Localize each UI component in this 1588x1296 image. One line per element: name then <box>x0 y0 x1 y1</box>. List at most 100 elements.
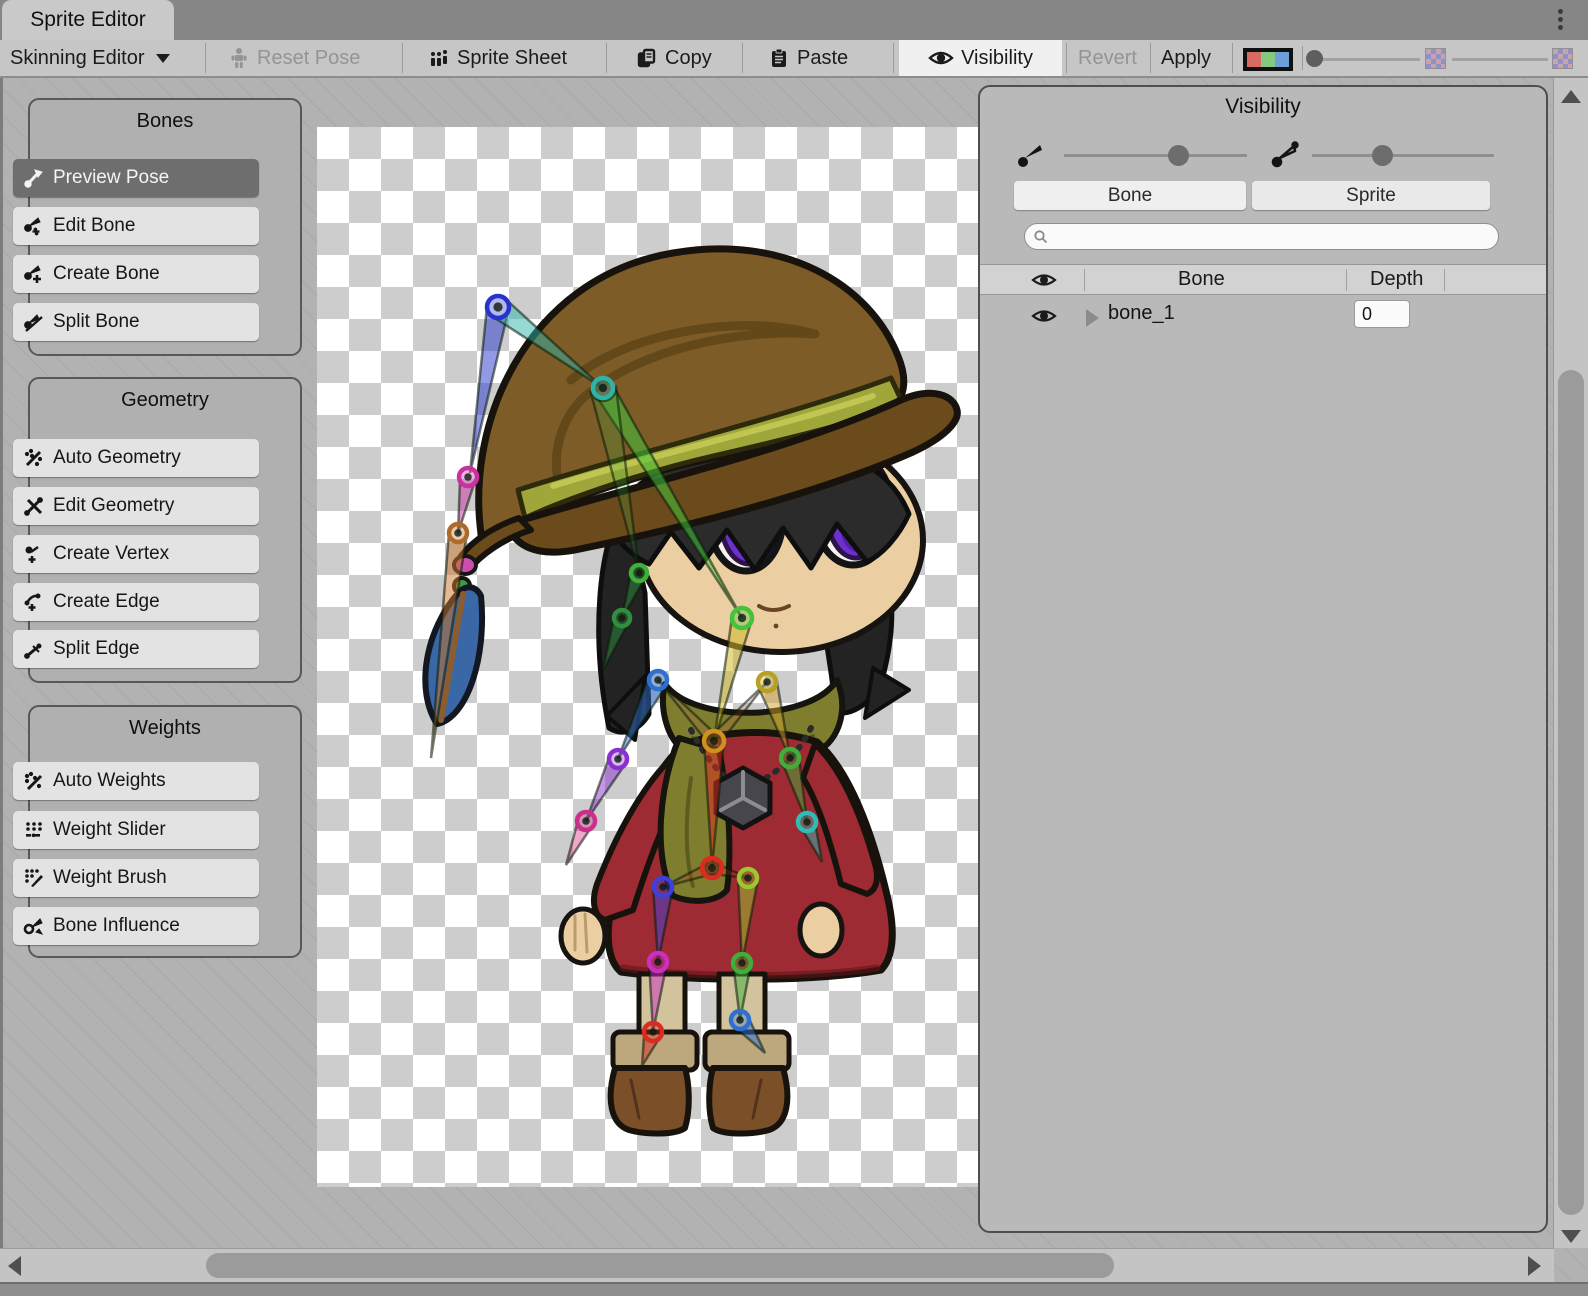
column-separator <box>1444 269 1445 291</box>
red-channel <box>1247 52 1261 67</box>
revert-button[interactable]: Revert <box>1072 40 1143 76</box>
person-icon <box>228 47 250 69</box>
weight-brush-label: Weight Brush <box>53 867 167 889</box>
auto-geometry-button[interactable]: Auto Geometry <box>13 439 259 477</box>
sprite-opacity-slider-knob[interactable] <box>1372 145 1393 166</box>
alpha-slider-knob[interactable] <box>1306 50 1323 67</box>
auto-weights-button[interactable]: Auto Weights <box>13 762 259 800</box>
bone-table-header: Bone Depth <box>980 264 1546 295</box>
edit-bone-button[interactable]: Edit Bone <box>13 207 259 245</box>
eye-column-icon[interactable] <box>1030 270 1058 290</box>
toolbar-divider <box>1232 43 1233 73</box>
toolbar-divider <box>893 43 894 73</box>
split-edge-button[interactable]: Split Edge <box>13 630 259 668</box>
tab-sprite-label: Sprite <box>1346 185 1396 207</box>
visibility-panel-title: Visibility <box>980 87 1546 119</box>
checker-swatch-icon-2 <box>1552 48 1573 69</box>
search-box[interactable] <box>1024 223 1499 250</box>
toolbar-divider <box>606 43 607 73</box>
bone-opacity-slider-knob[interactable] <box>1168 145 1189 166</box>
create-vertex-label: Create Vertex <box>53 543 169 565</box>
sprite-sheet-label: Sprite Sheet <box>457 47 567 70</box>
weight-slider-icon <box>23 819 45 841</box>
weights-panel-title: Weights <box>30 707 300 740</box>
preview-pose-button[interactable]: Preview Pose <box>13 159 259 197</box>
scroll-left-icon[interactable] <box>8 1256 21 1276</box>
create-edge-button[interactable]: Create Edge <box>13 583 259 621</box>
bone-opacity-slider-track[interactable] <box>1064 154 1247 157</box>
horizontal-scrollbar[interactable] <box>0 1248 1554 1282</box>
copy-button[interactable]: Copy <box>630 40 718 76</box>
window-left-edge <box>0 40 3 1282</box>
edit-bone-label: Edit Bone <box>53 215 135 237</box>
sprite-sheet-icon <box>428 47 450 69</box>
paste-button[interactable]: Paste <box>762 40 854 76</box>
tab-bone-label: Bone <box>1108 185 1152 207</box>
search-input[interactable] <box>1054 226 1498 248</box>
depth-column-header[interactable]: Depth <box>1370 268 1423 291</box>
apply-label: Apply <box>1161 47 1211 70</box>
visibility-panel: Visibility Bone Sprite Bone Depth <box>978 85 1548 1233</box>
visibility-button[interactable]: Visibility <box>899 40 1062 76</box>
edit-bone-icon <box>23 215 45 237</box>
depth-input[interactable] <box>1354 300 1410 328</box>
create-bone-button[interactable]: Create Bone <box>13 255 259 293</box>
edit-geometry-label: Edit Geometry <box>53 495 174 517</box>
edit-geometry-button[interactable]: Edit Geometry <box>13 487 259 525</box>
paste-label: Paste <box>797 47 848 70</box>
auto-weights-icon <box>23 770 45 792</box>
copy-label: Copy <box>665 47 712 70</box>
sprite-opacity-slider-track[interactable] <box>1312 154 1494 157</box>
green-channel <box>1261 52 1275 67</box>
row-visibility-eye-icon[interactable] <box>1030 306 1058 326</box>
preview-pose-icon <box>23 167 45 189</box>
column-separator <box>1346 269 1347 291</box>
toolbar: Skinning Editor Reset Pose Sprite Sheet <box>0 40 1588 78</box>
bone-column-header[interactable]: Bone <box>1178 268 1225 291</box>
apply-button[interactable]: Apply <box>1155 40 1217 76</box>
vertical-scrollbar[interactable] <box>1553 78 1588 1248</box>
bone-row[interactable]: bone_1 <box>980 296 1546 338</box>
auto-geometry-icon <box>23 447 45 469</box>
chevron-down-icon <box>156 54 170 63</box>
vertical-scrollbar-thumb[interactable] <box>1558 370 1584 1215</box>
create-edge-icon <box>23 591 45 613</box>
split-edge-icon <box>23 638 45 660</box>
create-vertex-button[interactable]: Create Vertex <box>13 535 259 573</box>
create-edge-label: Create Edge <box>53 591 160 613</box>
tab-bone[interactable]: Bone <box>1014 181 1246 210</box>
bones-panel-title: Bones <box>30 100 300 133</box>
bone-row-name[interactable]: bone_1 <box>1108 302 1175 325</box>
bone-influence-button[interactable]: Bone Influence <box>13 907 259 945</box>
scroll-up-icon[interactable] <box>1561 90 1581 103</box>
scroll-down-icon[interactable] <box>1561 1230 1581 1243</box>
reset-pose-button[interactable]: Reset Pose <box>222 40 366 76</box>
revert-label: Revert <box>1078 47 1137 70</box>
alpha-slider-track[interactable] <box>1318 58 1420 61</box>
copy-icon <box>636 47 658 69</box>
expander-triangle-icon[interactable] <box>1086 309 1099 327</box>
column-separator <box>1084 269 1085 291</box>
scroll-right-icon[interactable] <box>1528 1256 1541 1276</box>
tab-sprite[interactable]: Sprite <box>1252 181 1490 210</box>
toolbar-divider <box>402 43 403 73</box>
toolbar-divider <box>205 43 206 73</box>
skinning-editor-dropdown[interactable]: Skinning Editor <box>4 40 176 76</box>
reset-pose-label: Reset Pose <box>257 47 360 70</box>
preview-pose-label: Preview Pose <box>53 167 169 189</box>
window-bottom-edge <box>0 1282 1588 1296</box>
color-channels-swatch[interactable] <box>1243 48 1293 71</box>
weight-slider-button[interactable]: Weight Slider <box>13 811 259 849</box>
sprite-sheet-button[interactable]: Sprite Sheet <box>422 40 573 76</box>
weight-brush-button[interactable]: Weight Brush <box>13 859 259 897</box>
split-edge-label: Split Edge <box>53 638 140 660</box>
tab-sprite-editor[interactable]: Sprite Editor <box>2 0 174 40</box>
create-bone-label: Create Bone <box>53 263 160 285</box>
brightness-slider-track[interactable] <box>1452 58 1548 61</box>
checker-swatch-icon <box>1425 48 1446 69</box>
horizontal-scrollbar-thumb[interactable] <box>206 1253 1114 1278</box>
kebab-menu-icon[interactable] <box>1548 6 1572 36</box>
split-bone-button[interactable]: Split Bone <box>13 303 259 341</box>
sprite-canvas[interactable] <box>313 78 978 1245</box>
weight-slider-label: Weight Slider <box>53 819 166 841</box>
